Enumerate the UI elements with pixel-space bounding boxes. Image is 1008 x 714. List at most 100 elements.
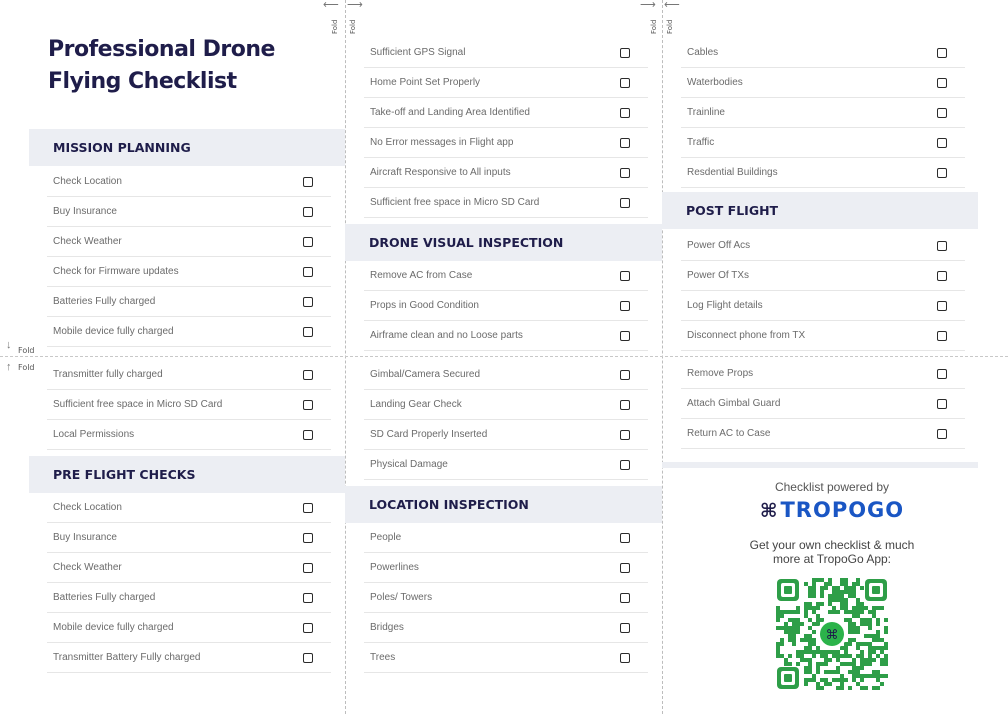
checklist-checkbox[interactable]: [937, 270, 947, 281]
qr-module: [812, 590, 816, 594]
qr-module: [808, 618, 812, 622]
checklist-checkbox[interactable]: [303, 326, 313, 337]
checklist-checkbox[interactable]: [303, 532, 313, 543]
qr-module: [880, 650, 884, 654]
qr-module: [836, 586, 840, 590]
checklist-checkbox[interactable]: [937, 240, 947, 251]
checklist-item-label: Waterbodies: [687, 77, 743, 88]
qr-module: [776, 618, 780, 622]
checklist-checkbox[interactable]: [937, 107, 947, 118]
qr-module: [856, 578, 860, 582]
checklist-checkbox[interactable]: [620, 137, 630, 148]
checklist-item: Home Point Set Properly: [364, 68, 648, 98]
qr-module: [792, 634, 796, 638]
qr-module: [780, 638, 784, 642]
checklist-checkbox[interactable]: [303, 399, 313, 410]
checklist-checkbox[interactable]: [937, 77, 947, 88]
qr-module: [864, 622, 868, 626]
qr-module: [868, 674, 872, 678]
checklist-checkbox[interactable]: [303, 622, 313, 633]
checklist-checkbox[interactable]: [303, 652, 313, 663]
checklist-checkbox[interactable]: [620, 532, 630, 543]
qr-module: [856, 598, 860, 602]
checklist-checkbox[interactable]: [937, 398, 947, 409]
checklist-checkbox[interactable]: [620, 270, 630, 281]
qr-module: [808, 590, 812, 594]
qr-module: [824, 670, 828, 674]
qr-module: [808, 594, 812, 598]
checklist-checkbox[interactable]: [303, 296, 313, 307]
checklist-checkbox[interactable]: [620, 47, 630, 58]
checklist-checkbox[interactable]: [303, 206, 313, 217]
checklist-checkbox[interactable]: [620, 652, 630, 663]
checklist-checkbox[interactable]: [620, 107, 630, 118]
qr-module: [776, 646, 780, 650]
qr-module: [872, 650, 876, 654]
qr-code-icon[interactable]: ⌘: [775, 577, 889, 691]
checklist-checkbox[interactable]: [620, 622, 630, 633]
qr-module: [804, 602, 808, 606]
qr-center-logo-icon: ⌘: [817, 619, 847, 649]
checklist-checkbox[interactable]: [937, 300, 947, 311]
qr-module: [856, 630, 860, 634]
checklist-checkbox[interactable]: [937, 47, 947, 58]
checklist-checkbox[interactable]: [303, 429, 313, 440]
checklist-checkbox[interactable]: [620, 459, 630, 470]
qr-module: [876, 630, 880, 634]
checklist-checkbox[interactable]: [937, 330, 947, 341]
qr-module: [868, 646, 872, 650]
checklist-checkbox[interactable]: [620, 330, 630, 341]
qr-module: [804, 658, 808, 662]
qr-module: [852, 674, 856, 678]
qr-module: [788, 634, 792, 638]
qr-module: [860, 610, 864, 614]
qr-module: [820, 602, 824, 606]
checklist-checkbox[interactable]: [937, 137, 947, 148]
checklist-checkbox[interactable]: [620, 399, 630, 410]
checklist-checkbox[interactable]: [620, 369, 630, 380]
checklist-checkbox[interactable]: [620, 429, 630, 440]
checklist-checkbox[interactable]: [937, 368, 947, 379]
qr-module: [844, 578, 848, 582]
checklist-checkbox[interactable]: [620, 300, 630, 311]
qr-module: [828, 598, 832, 602]
checklist-checkbox[interactable]: [303, 236, 313, 247]
qr-module: [880, 638, 884, 642]
qr-module: [792, 630, 796, 634]
qr-module: [852, 662, 856, 666]
checklist-checkbox[interactable]: [620, 167, 630, 178]
qr-module: [872, 658, 876, 662]
checklist-checkbox[interactable]: [303, 562, 313, 573]
checklist-item: Sufficient free space in Micro SD Card: [364, 188, 648, 218]
qr-module: [844, 590, 848, 594]
qr-module: [860, 642, 864, 646]
checklist-item-label: Check Weather: [53, 236, 122, 247]
qr-module: [852, 606, 856, 610]
checklist-checkbox[interactable]: [620, 592, 630, 603]
fold-label: Fold: [331, 19, 339, 34]
checklist-checkbox[interactable]: [620, 77, 630, 88]
checklist-checkbox[interactable]: [303, 592, 313, 603]
qr-module: [880, 674, 884, 678]
qr-module: [856, 602, 860, 606]
checklist-checkbox[interactable]: [620, 197, 630, 208]
checklist-item-label: Check for Firmware updates: [53, 266, 179, 277]
checklist-item-label: Aircraft Responsive to All inputs: [370, 167, 511, 178]
checklist-checkbox[interactable]: [303, 369, 313, 380]
qr-module: [840, 606, 844, 610]
qr-module: [876, 674, 880, 678]
checklist-checkbox[interactable]: [937, 167, 947, 178]
checklist-checkbox[interactable]: [620, 562, 630, 573]
qr-module: [832, 610, 836, 614]
checklist-checkbox[interactable]: [303, 176, 313, 187]
qr-module: [784, 626, 788, 630]
qr-module: [836, 610, 840, 614]
qr-module: [812, 654, 816, 658]
checklist-item: No Error messages in Flight app: [364, 128, 648, 158]
checklist-checkbox[interactable]: [937, 428, 947, 439]
checklist-item-label: Gimbal/Camera Secured: [370, 369, 481, 380]
checklist-checkbox[interactable]: [303, 266, 313, 277]
checklist-checkbox[interactable]: [303, 502, 313, 513]
checklist-item: Trainline: [681, 98, 965, 128]
checklist-item-label: Batteries Fully charged: [53, 296, 156, 307]
